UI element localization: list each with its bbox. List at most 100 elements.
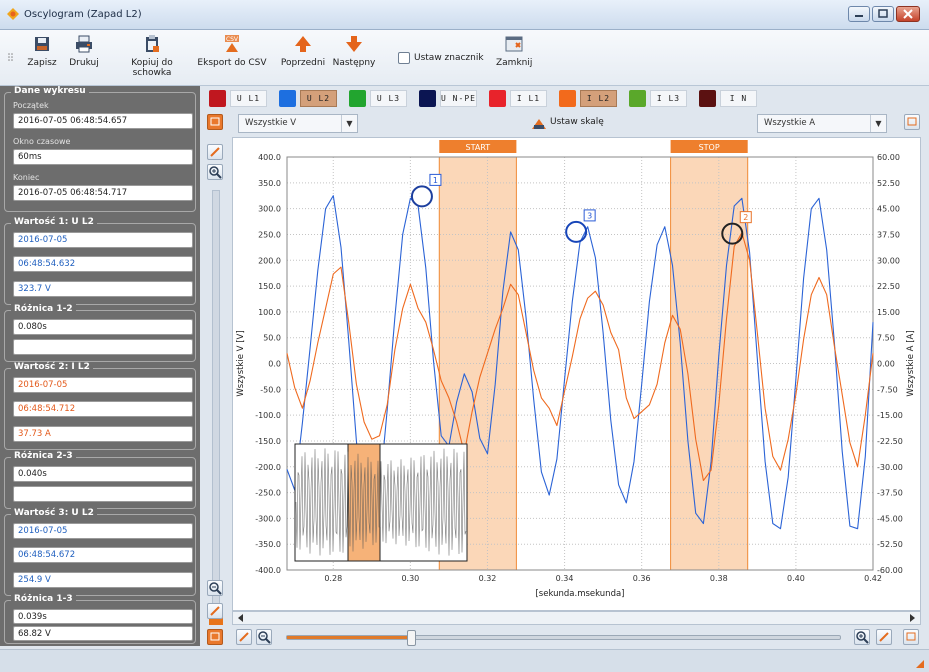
current-selector[interactable]: Wszystkie A ▼ bbox=[757, 114, 887, 133]
zoom-in-x-button[interactable] bbox=[854, 629, 870, 645]
set-marker-label: Ustaw znacznik bbox=[414, 53, 484, 63]
close-window-button[interactable] bbox=[896, 6, 920, 22]
value3-value: 254.9 V bbox=[13, 572, 193, 588]
toolbar-grip-icon bbox=[8, 53, 13, 61]
horizontal-zoom-slider[interactable] bbox=[286, 630, 841, 646]
arrow-up-icon bbox=[295, 36, 311, 52]
zoom-in-icon bbox=[209, 166, 222, 179]
left-pin-button[interactable] bbox=[207, 114, 223, 130]
fit-icon bbox=[879, 632, 889, 642]
maximize-button[interactable] bbox=[872, 6, 894, 22]
left-tool-strip bbox=[200, 86, 230, 646]
vertical-zoom-slider[interactable] bbox=[209, 190, 223, 630]
value2-title: Wartość 2: I L2 bbox=[11, 362, 93, 372]
y-tick-right: -22.50 bbox=[877, 437, 903, 446]
value3-time: 06:48:54.672 bbox=[13, 547, 193, 563]
oscillogram-chart[interactable]: START STOP 400.0 350.0 300.0 250.0 200.0 150.0 1… bbox=[232, 137, 921, 611]
selector-bar: Wszystkie V ▼ Ustaw skalę Wszystkie A ▼ bbox=[203, 110, 929, 136]
auto-scale-y-button[interactable] bbox=[207, 144, 223, 160]
arrow-down-icon bbox=[346, 36, 362, 52]
set-scale-label: Ustaw skalę bbox=[550, 117, 604, 127]
y-tick-right: -15.00 bbox=[877, 411, 903, 420]
end-label: Koniec bbox=[13, 173, 40, 182]
title-bar: Oscylogram (Zapad L2) bbox=[0, 0, 929, 30]
channel-bar: U L1 U L2 U L3 U N-PE I L1 I L2 I L3 I N bbox=[203, 86, 929, 110]
scroll-right-icon[interactable] bbox=[906, 612, 918, 624]
y-tick-right: 22.50 bbox=[877, 282, 900, 291]
value2-value: 37.73 A bbox=[13, 426, 193, 442]
y-tick-left: -350.0 bbox=[255, 540, 281, 549]
channel-label: U L3 bbox=[370, 90, 407, 107]
chevron-down-icon: ▼ bbox=[341, 115, 357, 132]
channel-color-swatch bbox=[559, 90, 576, 107]
bottom-bar bbox=[200, 625, 929, 649]
auto-scale-x-button[interactable] bbox=[236, 629, 252, 645]
window-field: 60ms bbox=[13, 149, 193, 165]
bottom-pin-button[interactable] bbox=[207, 629, 223, 645]
copy-to-clipboard-button[interactable]: Kopiuj do schowka bbox=[112, 34, 192, 78]
y-tick-right: 0.00 bbox=[877, 360, 895, 369]
close-button[interactable]: Zamknij bbox=[496, 34, 532, 68]
y-axis-label-right: Wszystkie A [A] bbox=[906, 330, 916, 396]
zoom-out-x-button[interactable] bbox=[256, 629, 272, 645]
channel-label: U N-PE bbox=[440, 90, 477, 107]
zoom-out-icon bbox=[258, 631, 271, 644]
y-tick-left: 250.0 bbox=[258, 230, 281, 239]
export-csv-label: Eksport do CSV bbox=[197, 58, 267, 68]
chart-svg[interactable]: START STOP400.0350.0300.0250.0200.0150.01… bbox=[233, 138, 920, 610]
x-tick: 0.36 bbox=[633, 574, 651, 583]
y-tick-right: -45.00 bbox=[877, 514, 903, 523]
marker-1-label: 1 bbox=[433, 176, 438, 185]
chart-data-title: Dane wykresu bbox=[11, 86, 89, 96]
y-tick-right: 15.00 bbox=[877, 308, 900, 317]
y-tick-right: -7.50 bbox=[877, 385, 898, 394]
next-button[interactable]: Następny bbox=[330, 34, 378, 68]
diff12-group: Różnica 1-2 0.080s bbox=[4, 304, 196, 362]
zoom-out-icon bbox=[209, 582, 222, 595]
y-tick-right: 30.00 bbox=[877, 256, 900, 265]
voltage-selector[interactable]: Wszystkie V ▼ bbox=[238, 114, 358, 133]
x-tick: 0.38 bbox=[710, 574, 728, 583]
channel-label: I N bbox=[720, 90, 757, 107]
scroll-left-icon[interactable] bbox=[235, 612, 247, 624]
fit-x-button[interactable] bbox=[876, 629, 892, 645]
previous-label: Poprzedni bbox=[280, 58, 326, 68]
status-bar bbox=[0, 649, 929, 672]
x-axis-label: [sekunda.msekunda] bbox=[535, 589, 624, 599]
channel-color-swatch bbox=[419, 90, 436, 107]
channel-label: U L2 bbox=[300, 90, 337, 107]
pin-icon bbox=[907, 117, 917, 126]
right-pin-button[interactable] bbox=[904, 114, 920, 130]
diff23-value bbox=[13, 486, 193, 502]
resize-grip-icon[interactable] bbox=[915, 659, 925, 669]
previous-button[interactable]: Poprzedni bbox=[279, 34, 327, 68]
start-field: 2016-07-05 06:48:54.657 bbox=[13, 113, 193, 129]
value1-title: Wartość 1: U L2 bbox=[11, 217, 97, 227]
left-panel: Dane wykresu Początek 2016-07-05 06:48:5… bbox=[0, 86, 200, 646]
y-tick-left: 400.0 bbox=[258, 153, 281, 162]
minimize-button[interactable] bbox=[848, 6, 870, 22]
diff23-title: Różnica 2-3 bbox=[11, 451, 76, 461]
pin-icon bbox=[210, 632, 220, 641]
zoom-out-y-button[interactable] bbox=[207, 580, 223, 596]
zoom-in-y-button[interactable] bbox=[207, 164, 223, 180]
diff12-value bbox=[13, 339, 193, 355]
bottom-right-pin-button[interactable] bbox=[903, 629, 919, 645]
save-button[interactable]: Zapisz bbox=[22, 34, 62, 68]
export-csv-button[interactable]: CSV Eksport do CSV bbox=[197, 34, 267, 68]
channel-color-swatch bbox=[489, 90, 506, 107]
print-button[interactable]: Drukuj bbox=[64, 34, 104, 68]
set-scale-button[interactable]: Ustaw skalę bbox=[528, 114, 608, 133]
close-label: Zamknij bbox=[496, 58, 533, 68]
print-label: Drukuj bbox=[69, 58, 99, 68]
set-marker-checkbox[interactable] bbox=[398, 52, 410, 64]
y-tick-right: -52.50 bbox=[877, 540, 903, 549]
fit-y-button[interactable] bbox=[207, 603, 223, 619]
csv-export-icon: CSV bbox=[225, 35, 239, 52]
window-title: Oscylogram (Zapad L2) bbox=[24, 9, 142, 20]
value2-group: Wartość 2: I L2 2016-07-05 06:48:54.712 … bbox=[4, 362, 196, 450]
channel-label: I L2 bbox=[580, 90, 617, 107]
diff13-time: 0.039s bbox=[13, 609, 193, 624]
horizontal-scrollbar[interactable] bbox=[232, 611, 921, 625]
zoom-slider-knob[interactable] bbox=[407, 630, 416, 646]
